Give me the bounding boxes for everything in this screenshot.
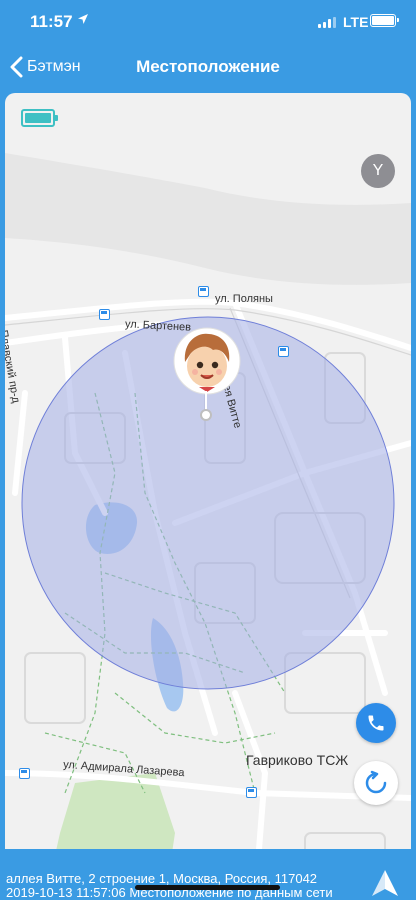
signal-icon: [318, 17, 336, 28]
location-info-bar: аллея Витте, 2 строение 1, Москва, Росси…: [0, 849, 416, 900]
bus-stop-icon[interactable]: [246, 787, 257, 798]
device-battery-icon: [21, 109, 58, 127]
bus-stop-icon[interactable]: [99, 309, 110, 320]
marker-stem: [205, 391, 207, 411]
phone-icon: [368, 715, 384, 731]
bus-stop-icon[interactable]: [278, 346, 289, 357]
location-address: аллея Витте, 2 строение 1, Москва, Росси…: [6, 871, 318, 886]
refresh-location-button[interactable]: [354, 761, 398, 805]
battery-icon: [370, 14, 399, 27]
child-avatar-marker[interactable]: [173, 326, 241, 396]
page-title: Местоположение: [136, 57, 280, 76]
refresh-icon: [365, 770, 387, 794]
bus-stop-icon[interactable]: [198, 286, 209, 297]
navigate-arrow-icon[interactable]: [370, 869, 400, 897]
map-canvas[interactable]: [5, 93, 411, 900]
device-battery-level: [25, 113, 51, 123]
marker-location-dot: [200, 409, 212, 421]
call-button[interactable]: [356, 703, 396, 743]
user-avatar-button[interactable]: Y: [361, 154, 395, 188]
navigation-bar: Бэтмэн Местоположение: [0, 44, 416, 90]
network-type: LTE: [343, 14, 369, 30]
status-bar: 11:57 LTE: [0, 0, 416, 44]
bus-stop-icon[interactable]: [19, 768, 30, 779]
home-indicator[interactable]: [135, 885, 280, 890]
location-arrow-icon: [78, 14, 88, 24]
status-time: 11:57: [30, 12, 73, 31]
map-view[interactable]: Y ул. Поляны ул. Бартенев аллея Витте Пл…: [5, 93, 411, 900]
place-label: Гавриково ТСЖ: [246, 752, 349, 768]
street-label-poliany: ул. Поляны: [215, 293, 273, 305]
